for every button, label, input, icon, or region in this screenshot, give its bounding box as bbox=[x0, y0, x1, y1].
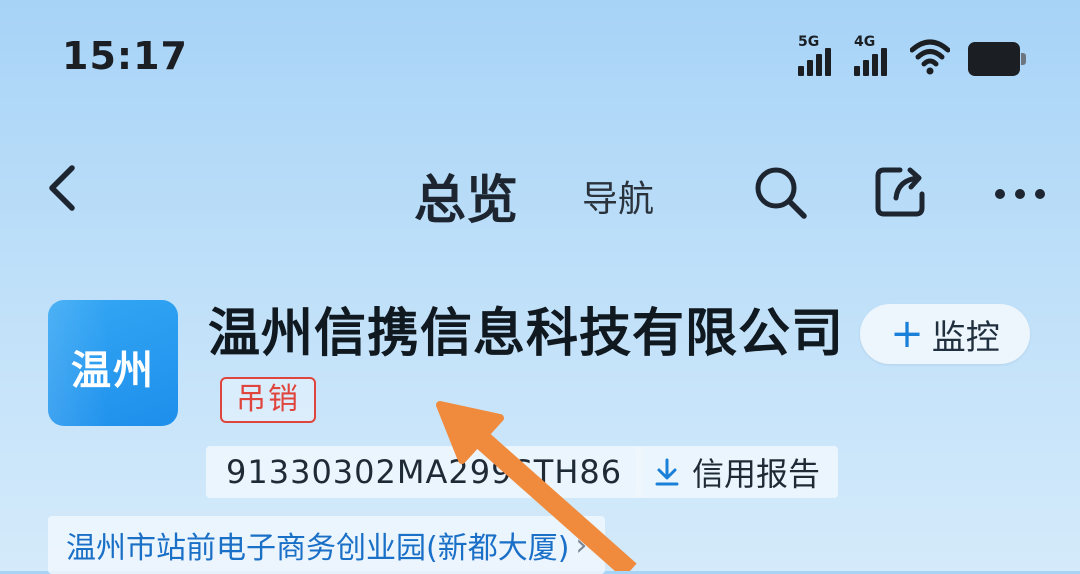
page-title: 总览 bbox=[414, 171, 519, 231]
company-name: 温州信携信息科技有限公司吊销 bbox=[208, 300, 848, 436]
back-icon[interactable] bbox=[40, 158, 88, 218]
plus-icon: + bbox=[890, 311, 924, 357]
monitor-label: 监控 bbox=[931, 317, 1000, 358]
status-badge: 吊销 bbox=[220, 377, 316, 423]
status-bar: 15:17 5G 4G bbox=[0, 0, 1080, 110]
nav-bar: 总览 导航 bbox=[0, 140, 1080, 240]
signal-4g-icon: 4G bbox=[854, 34, 896, 76]
status-icons: 5G 4G bbox=[798, 34, 1026, 76]
more-icon[interactable] bbox=[990, 162, 1050, 222]
company-logo: 温州 bbox=[48, 300, 178, 426]
share-icon[interactable] bbox=[870, 162, 930, 222]
address-text: 温州市站前电子商务创业园(新都大厦) bbox=[66, 531, 570, 566]
download-icon bbox=[655, 458, 679, 486]
search-icon[interactable] bbox=[750, 162, 810, 222]
nav-guide-link[interactable]: 导航 bbox=[582, 170, 654, 222]
credit-report-button[interactable]: 信用报告 bbox=[636, 446, 839, 498]
wifi-icon bbox=[910, 39, 950, 75]
chevron-right-icon: › bbox=[575, 527, 588, 563]
battery-icon bbox=[968, 42, 1026, 76]
company-name-text: 温州信携信息科技有限公司 bbox=[208, 304, 845, 364]
credit-code[interactable]: 91330302MA299STH86 bbox=[206, 446, 643, 498]
address-link[interactable]: 温州市站前电子商务创业园(新都大厦) › bbox=[48, 516, 606, 574]
monitor-button[interactable]: + 监控 bbox=[860, 304, 1030, 364]
status-time: 15:17 bbox=[62, 34, 188, 78]
company-logo-text: 温州 bbox=[71, 348, 155, 394]
credit-report-label: 信用报告 bbox=[692, 455, 821, 493]
signal-5g-icon: 5G bbox=[798, 34, 840, 76]
